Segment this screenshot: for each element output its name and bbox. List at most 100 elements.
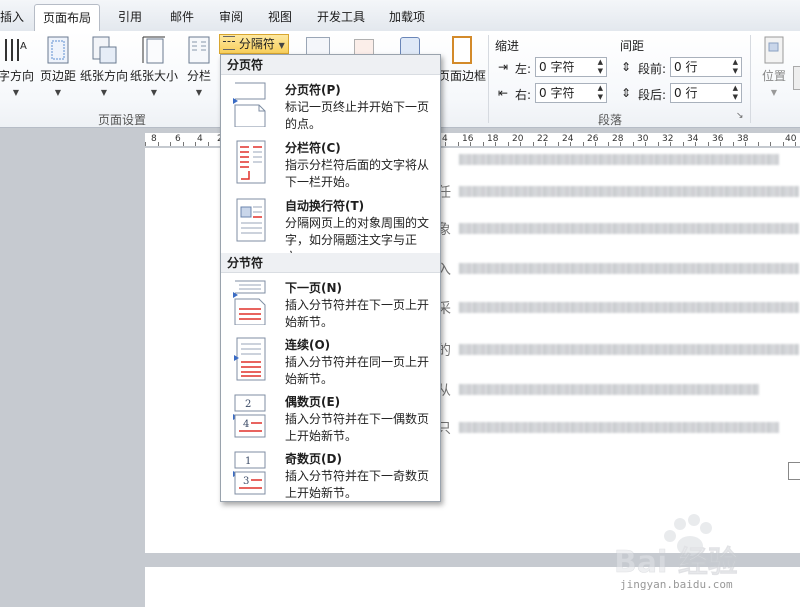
indent-left-label: 左: [515,62,532,76]
indent-left-value: 0 字符 [539,60,575,74]
menu-item-text-wrapping-break[interactable]: 自动换行符(T) 分隔网页上的对象周围的文字，如分隔题注文字与正文。 [221,195,440,264]
ruler-tick [520,142,521,146]
chevron-down-icon: ▼ [770,88,778,97]
breaks-dropdown-menu: 分页符 分页符(P) 标记一页终止并开始下一页的点。 分栏符(C) 指示分栏符后… [220,54,441,502]
menu-item-title: 分页符(P) [285,83,341,97]
space-after-label: 段后: [638,88,667,102]
blurred-text [459,263,799,274]
space-before-value: 0 行 [674,60,698,74]
page-borders-icon [452,36,472,64]
svg-text:2: 2 [245,399,251,410]
wrap-text-icon[interactable] [793,66,800,90]
menu-item-title: 分栏符(C) [285,141,341,155]
paragraph-group-label: 段落 [598,113,623,127]
indent-header: 缩进 [495,39,520,53]
menu-item-description: 指示分栏符后面的文字将从下一栏开始。 [285,158,430,189]
tab-developer[interactable]: 开发工具 [317,8,365,25]
text-direction-button[interactable]: A 字方向 ▼ [0,35,36,98]
ruler-tick [533,142,534,146]
ruler-tick [783,142,784,146]
position-button[interactable]: 位置 ▼ [756,35,792,98]
page-borders-label: 页面边框 [438,69,487,83]
menu-item-description: 插入分节符并在下一奇数页上开始新节。 [285,469,430,500]
position-icon [764,36,784,64]
spinner-arrows-icon[interactable]: ▲ ▼ [598,84,603,102]
text-wrapping-break-icon [236,198,266,242]
size-button[interactable]: 纸张大小 ▼ [130,35,178,98]
margins-button[interactable]: 页边距 ▼ [39,35,77,98]
ruler-number: 30 [637,134,649,144]
ruler-tick [608,142,609,146]
chevron-down-icon: ▼ [12,88,20,97]
spinner-arrows-icon[interactable]: ▲ ▼ [598,58,603,76]
watermark-url: jingyan.baidu.com [620,578,733,591]
tab-references[interactable]: 引用 [118,8,142,25]
spacing-header: 间距 [620,39,645,53]
ruler-tick [770,142,771,146]
tab-view[interactable]: 视图 [268,8,292,25]
blurred-text [459,422,779,433]
odd-page-break-icon: 1 3 [233,451,266,495]
tab-page-layout[interactable]: 页面布局 [34,4,101,31]
blurred-text [459,186,799,197]
tab-addins[interactable]: 加载项 [389,8,425,25]
space-before-label: 段前: [638,62,667,76]
tab-mailings[interactable]: 邮件 [170,8,194,25]
svg-text:A: A [20,41,27,52]
ruler-tick [208,142,209,146]
orientation-button[interactable]: 纸张方向 ▼ [80,35,128,98]
ruler-tick [458,142,459,146]
menu-item-title: 偶数页(E) [285,395,341,409]
space-after-icon: ⇕ [621,86,632,100]
indent-left-input[interactable]: 0 字符 ▲ ▼ [535,57,607,77]
ruler-number: 36 [712,134,724,144]
orientation-label: 纸张方向 [80,69,129,83]
menu-item-description: 标记一页终止并开始下一页的点。 [285,100,430,131]
ruler-tick [445,142,446,146]
ruler-number: 6 [175,134,181,144]
chevron-down-icon: ▼ [150,88,158,97]
ruler-tick [720,142,721,146]
ruler-number: 26 [587,134,599,144]
tab-review[interactable]: 审阅 [219,8,243,25]
breaks-button[interactable]: 分隔符 ▼ [219,34,289,54]
columns-label: 分栏 [186,69,211,83]
dialog-launcher-icon[interactable]: ↘ [736,111,744,121]
margins-icon [47,36,69,64]
menu-item-even-page[interactable]: 2 4 偶数页(E) 插入分节符并在下一偶数页上开始新节。 [221,391,440,447]
page-borders-button[interactable]: 页面边框 [438,35,486,84]
watermark-text: Bai 经验 [614,545,738,580]
menu-item-column-break[interactable]: 分栏符(C) 指示分栏符后面的文字将从下一栏开始。 [221,137,440,193]
spinner-arrows-icon[interactable]: ▲ ▼ [733,84,738,102]
ruler-tick [508,142,509,146]
ruler-number: 20 [512,134,524,144]
menu-item-description: 插入分节符并在同一页上开始新节。 [285,355,430,386]
svg-text:4: 4 [243,419,249,430]
blurred-text [459,302,799,313]
menu-item-odd-page[interactable]: 1 3 奇数页(D) 插入分节符并在下一奇数页上开始新节。 [221,448,440,504]
menu-item-next-page[interactable]: 下一页(N) 插入分节符并在下一页上开始新节。 [221,277,440,333]
ruler-tick [670,142,671,146]
menu-item-continuous[interactable]: 连续(O) 插入分节符并在同一页上开始新节。 [221,334,440,390]
svg-text:3: 3 [243,476,249,487]
menu-item-page-break[interactable]: 分页符(P) 标记一页终止并开始下一页的点。 [221,79,440,135]
indent-right-input[interactable]: 0 字符 ▲ ▼ [535,83,607,103]
tab-insert[interactable]: 插入 [0,8,24,25]
chevron-down-icon: ▼ [54,88,62,97]
ruler-tick [683,142,684,146]
blurred-text [459,384,759,395]
space-before-input[interactable]: 0 行 ▲ ▼ [670,57,742,77]
menu-item-title: 自动换行符(T) [285,199,365,213]
page-break-icon [233,82,266,127]
menu-item-title: 连续(O) [285,338,331,352]
spinner-arrows-icon[interactable]: ▲ ▼ [733,58,738,76]
chevron-down-icon: ▼ [195,88,203,97]
ruler-tick [558,142,559,146]
space-after-input[interactable]: 0 行 ▲ ▼ [670,83,742,103]
ruler-number: 32 [662,134,674,144]
page-breaks-section-header: 分页符 [221,55,440,75]
indent-right-icon: ⇤ [498,86,509,100]
ruler-number: 38 [737,134,749,144]
ruler-tick [595,142,596,146]
columns-button[interactable]: 分栏 ▼ [182,35,216,98]
